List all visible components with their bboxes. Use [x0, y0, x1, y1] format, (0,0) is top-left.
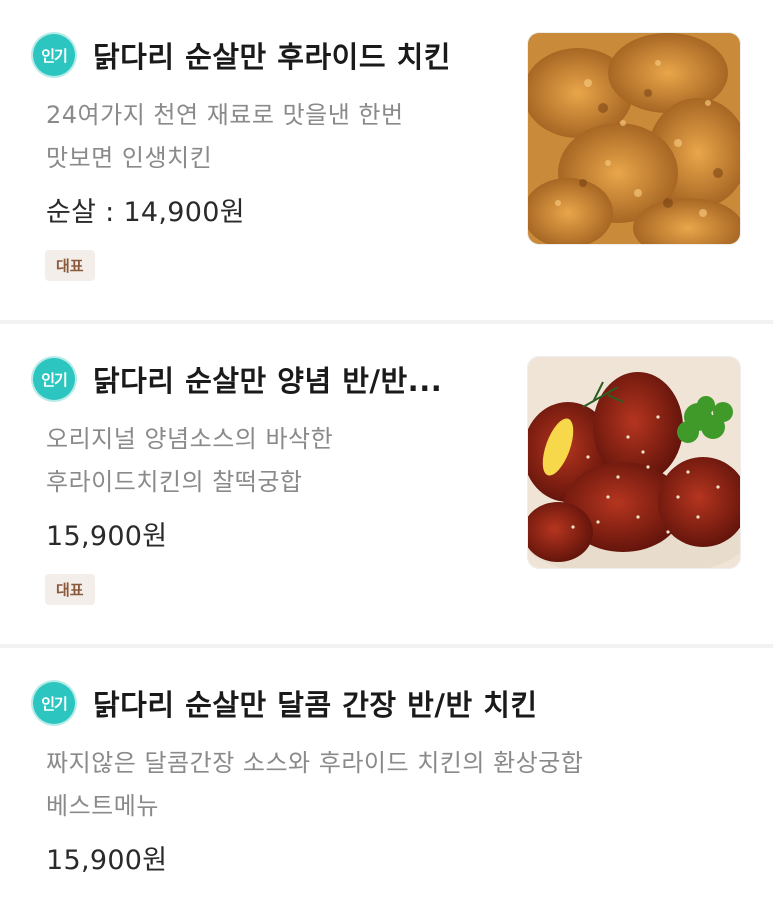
description-line: 맛보면 인생치킨 — [46, 144, 213, 172]
menu-item-name: 닭다리 순살만 양념 반/반... — [93, 364, 443, 398]
representative-tag: 대표 — [45, 250, 95, 281]
description-line: 오리지널 양념소스의 바삭한 — [46, 425, 334, 453]
description-line: 후라이드치킨의 찰떡궁합 — [46, 468, 303, 496]
menu-item-description: 오리지널 양념소스의 바삭한 후라이드치킨의 찰떡궁합 — [46, 418, 486, 504]
menu-item-price: 15,900원 — [46, 845, 168, 876]
menu-item-description: 짜지않은 달콤간장 소스와 후라이드 치킨의 환상궁합 베스트메뉴 — [46, 742, 706, 828]
popular-badge: 인기 — [33, 358, 75, 400]
menu-item-price: 15,900원 — [46, 521, 168, 552]
menu-item-fried-chicken[interactable]: 인기 닭다리 순살만 후라이드 치킨 24여가지 천연 재료로 맛을낸 한번 맛… — [0, 0, 773, 320]
seasoned-chicken-photo[interactable] — [527, 356, 741, 569]
representative-tag: 대표 — [45, 574, 95, 605]
fried-chicken-photo[interactable] — [527, 32, 741, 245]
description-line: 24여가지 천연 재료로 맛을낸 한번 — [46, 101, 404, 129]
menu-item-title-row: 인기 닭다리 순살만 양념 반/반... — [33, 358, 442, 400]
menu-item-seasoned-chicken[interactable]: 인기 닭다리 순살만 양념 반/반... 오리지널 양념소스의 바삭한 후라이드… — [0, 324, 773, 644]
menu-item-soy-chicken[interactable]: 인기 닭다리 순살만 달콤 간장 반/반 치킨 짜지않은 달콤간장 소스와 후라… — [0, 648, 773, 912]
popular-badge: 인기 — [33, 682, 75, 724]
menu-item-name: 닭다리 순살만 후라이드 치킨 — [93, 40, 451, 74]
menu-list: 인기 닭다리 순살만 후라이드 치킨 24여가지 천연 재료로 맛을낸 한번 맛… — [0, 0, 773, 912]
description-line: 베스트메뉴 — [46, 792, 159, 820]
popular-badge: 인기 — [33, 34, 75, 76]
menu-item-title-row: 인기 닭다리 순살만 후라이드 치킨 — [33, 34, 451, 76]
menu-item-price: 순살 : 14,900원 — [46, 197, 245, 228]
description-line: 짜지않은 달콤간장 소스와 후라이드 치킨의 환상궁합 — [46, 749, 584, 777]
menu-item-name: 닭다리 순살만 달콤 간장 반/반 치킨 — [93, 688, 538, 722]
menu-item-title-row: 인기 닭다리 순살만 달콤 간장 반/반 치킨 — [33, 682, 538, 724]
menu-item-description: 24여가지 천연 재료로 맛을낸 한번 맛보면 인생치킨 — [46, 94, 486, 180]
